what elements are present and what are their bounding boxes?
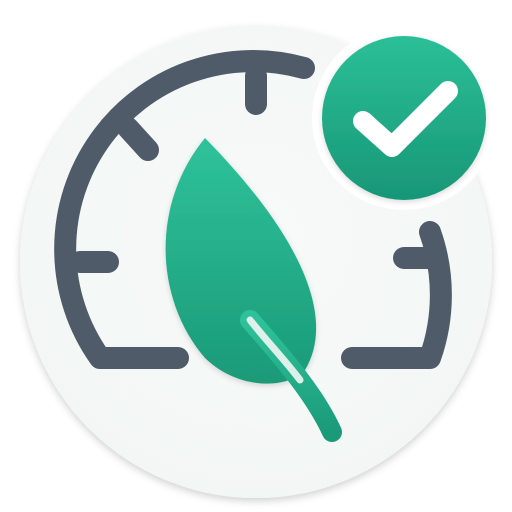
app-icon [0,0,512,512]
gauge-tick-upper-left [117,117,159,161]
checkmark-badge-icon [312,26,496,210]
app-icon-artwork [20,26,496,498]
badge-fill [322,36,486,200]
